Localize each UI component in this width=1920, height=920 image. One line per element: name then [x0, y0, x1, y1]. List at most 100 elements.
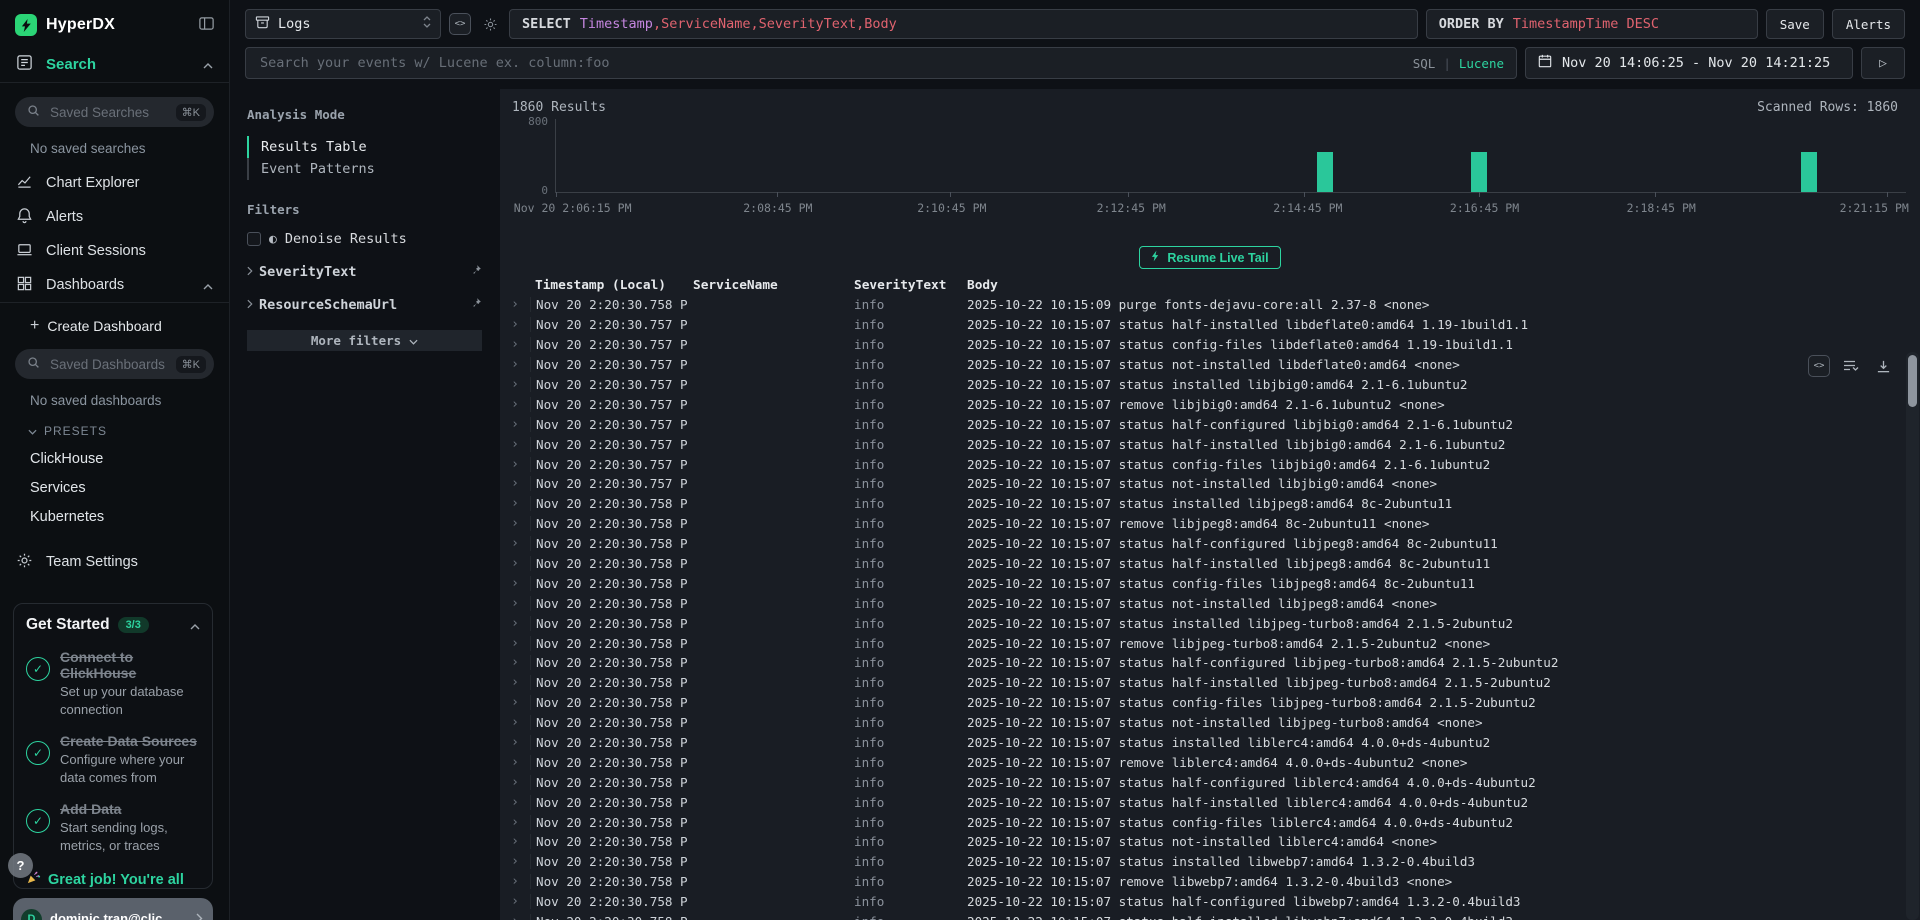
save-button[interactable]: Save — [1766, 9, 1824, 39]
help-button[interactable]: ? — [8, 853, 33, 878]
mode-results-table[interactable]: Results Table — [247, 136, 482, 158]
table-row[interactable]: › Nov 20 2:20:30.757 PM info 2025-10-22 … — [500, 414, 1920, 434]
source-view-icon[interactable]: <> — [1808, 355, 1830, 377]
sidebar-item-search[interactable]: Search — [0, 48, 229, 82]
get-started-step[interactable]: ✓ Add Data Start sending logs, metrics, … — [26, 801, 200, 854]
alerts-button[interactable]: Alerts — [1832, 9, 1905, 39]
filter-group-severitytext[interactable]: SeverityText — [247, 264, 482, 280]
row-expand-chevron-icon[interactable]: › — [500, 417, 530, 432]
column-timestamp[interactable]: Timestamp (Local) — [530, 278, 688, 293]
lucene-toggle[interactable]: Lucene — [1459, 56, 1504, 71]
mode-event-patterns[interactable]: Event Patterns — [247, 158, 482, 180]
sql-toggle[interactable]: SQL — [1413, 56, 1436, 71]
row-expand-chevron-icon[interactable]: › — [500, 655, 530, 670]
row-expand-chevron-icon[interactable]: › — [500, 775, 530, 790]
row-expand-chevron-icon[interactable]: › — [500, 815, 530, 830]
row-expand-chevron-icon[interactable]: › — [500, 755, 530, 770]
source-select[interactable]: Logs — [245, 9, 441, 39]
row-expand-chevron-icon[interactable]: › — [500, 636, 530, 651]
row-expand-chevron-icon[interactable]: › — [500, 695, 530, 710]
table-row[interactable]: › Nov 20 2:20:30.758 PM info 2025-10-22 … — [500, 733, 1920, 753]
pin-icon[interactable] — [470, 297, 482, 313]
event-search-box[interactable]: SQL | Lucene — [245, 47, 1517, 79]
table-row[interactable]: › Nov 20 2:20:30.757 PM info 2025-10-22 … — [500, 355, 1920, 375]
sidebar-item-dashboards[interactable]: Dashboards — [0, 268, 229, 302]
get-started-step[interactable]: ✓ Create Data Sources Configure where yo… — [26, 733, 200, 786]
row-expand-chevron-icon[interactable]: › — [500, 795, 530, 810]
table-row[interactable]: › Nov 20 2:20:30.758 PM info 2025-10-22 … — [500, 494, 1920, 514]
source-edit-icon[interactable]: <> — [449, 13, 471, 35]
table-row[interactable]: › Nov 20 2:20:30.758 PM info 2025-10-22 … — [500, 892, 1920, 912]
row-expand-chevron-icon[interactable]: › — [500, 715, 530, 730]
table-row[interactable]: › Nov 20 2:20:30.758 PM info 2025-10-22 … — [500, 573, 1920, 593]
table-row[interactable]: › Nov 20 2:20:30.757 PM info 2025-10-22 … — [500, 454, 1920, 474]
get-started-step[interactable]: ✓ Connect to ClickHouse Set up your data… — [26, 649, 200, 718]
table-row[interactable]: › Nov 20 2:20:30.758 PM info 2025-10-22 … — [500, 613, 1920, 633]
table-row[interactable]: › Nov 20 2:20:30.757 PM info 2025-10-22 … — [500, 375, 1920, 395]
table-row[interactable]: › Nov 20 2:20:30.758 PM info 2025-10-22 … — [500, 693, 1920, 713]
table-row[interactable]: › Nov 20 2:20:30.757 PM info 2025-10-22 … — [500, 394, 1920, 414]
denoise-checkbox[interactable] — [247, 232, 261, 246]
chart-bar[interactable] — [1801, 152, 1817, 192]
saved-dashboards-input[interactable] — [48, 356, 168, 373]
column-body[interactable]: Body — [962, 278, 1920, 293]
table-row[interactable]: › Nov 20 2:20:30.758 PM info 2025-10-22 … — [500, 633, 1920, 653]
user-menu[interactable]: D dominic.tran@clic... dominic.tran@clic… — [13, 898, 213, 920]
preset-services[interactable]: Services — [30, 480, 213, 496]
sidebar-item-alerts[interactable]: Alerts — [0, 200, 229, 234]
sidebar-item-client-sessions[interactable]: Client Sessions — [0, 234, 229, 268]
scrollbar-track[interactable] — [1906, 352, 1919, 920]
row-expand-chevron-icon[interactable]: › — [500, 894, 530, 909]
table-row[interactable]: › Nov 20 2:20:30.758 PM info 2025-10-22 … — [500, 534, 1920, 554]
preset-clickhouse[interactable]: ClickHouse — [30, 451, 213, 467]
table-row[interactable]: › Nov 20 2:20:30.758 PM info 2025-10-22 … — [500, 812, 1920, 832]
table-row[interactable]: › Nov 20 2:20:30.758 PM info 2025-10-22 … — [500, 673, 1920, 693]
table-row[interactable]: › Nov 20 2:20:30.758 PM info 2025-10-22 … — [500, 713, 1920, 733]
column-servicename[interactable]: ServiceName — [688, 278, 849, 293]
column-severitytext[interactable]: SeverityText — [849, 278, 962, 293]
chevron-up-icon[interactable] — [203, 278, 213, 293]
order-by-input[interactable]: ORDER BY TimestampTime DESC — [1426, 9, 1758, 39]
table-row[interactable]: › Nov 20 2:20:30.758 PM info 2025-10-22 … — [500, 514, 1920, 534]
row-expand-chevron-icon[interactable]: › — [500, 596, 530, 611]
row-expand-chevron-icon[interactable]: › — [500, 834, 530, 849]
sidebar-item-team-settings[interactable]: Team Settings — [0, 545, 229, 579]
row-expand-chevron-icon[interactable]: › — [500, 397, 530, 412]
download-icon[interactable] — [1872, 355, 1894, 377]
table-row[interactable]: › Nov 20 2:20:30.758 PM info 2025-10-22 … — [500, 872, 1920, 892]
row-expand-chevron-icon[interactable]: › — [500, 357, 530, 372]
table-row[interactable]: › Nov 20 2:20:30.757 PM info 2025-10-22 … — [500, 335, 1920, 355]
table-row[interactable]: › Nov 20 2:20:30.758 PM info 2025-10-22 … — [500, 593, 1920, 613]
row-expand-chevron-icon[interactable]: › — [500, 297, 530, 312]
resume-live-tail-button[interactable]: Resume Live Tail — [1139, 246, 1280, 269]
chevron-up-icon[interactable] — [203, 57, 213, 72]
saved-searches-search[interactable]: ⌘K — [15, 97, 214, 127]
table-row[interactable]: › Nov 20 2:20:30.757 PM info 2025-10-22 … — [500, 315, 1920, 335]
chart-bar[interactable] — [1317, 152, 1333, 192]
table-row[interactable]: › Nov 20 2:20:30.757 PM info 2025-10-22 … — [500, 434, 1920, 454]
select-columns-input[interactable]: SELECT Timestamp,ServiceName,SeverityTex… — [509, 9, 1418, 39]
row-expand-chevron-icon[interactable]: › — [500, 556, 530, 571]
row-expand-chevron-icon[interactable]: › — [500, 476, 530, 491]
table-row[interactable]: › Nov 20 2:20:30.758 PM info 2025-10-22 … — [500, 852, 1920, 872]
table-row[interactable]: › Nov 20 2:20:30.758 PM info 2025-10-22 … — [500, 653, 1920, 673]
row-expand-chevron-icon[interactable]: › — [500, 437, 530, 452]
table-row[interactable]: › Nov 20 2:20:30.758 PM info 2025-10-22 … — [500, 554, 1920, 574]
preset-kubernetes[interactable]: Kubernetes — [30, 509, 213, 525]
scrollbar-thumb[interactable] — [1908, 355, 1917, 407]
row-expand-chevron-icon[interactable]: › — [500, 576, 530, 591]
row-expand-chevron-icon[interactable]: › — [500, 854, 530, 869]
saved-searches-input[interactable] — [48, 104, 168, 121]
presets-header[interactable]: PRESETS — [28, 424, 213, 438]
row-expand-chevron-icon[interactable]: › — [500, 874, 530, 889]
wrap-lines-icon[interactable] — [1840, 355, 1862, 377]
row-expand-chevron-icon[interactable]: › — [500, 536, 530, 551]
more-filters-button[interactable]: More filters — [247, 330, 482, 351]
row-expand-chevron-icon[interactable]: › — [500, 735, 530, 750]
pin-icon[interactable] — [470, 264, 482, 280]
row-expand-chevron-icon[interactable]: › — [500, 914, 530, 920]
create-dashboard-button[interactable]: + Create Dashboard — [30, 317, 213, 335]
row-expand-chevron-icon[interactable]: › — [500, 377, 530, 392]
table-row[interactable]: › Nov 20 2:20:30.758 PM info 2025-10-22 … — [500, 832, 1920, 852]
time-range-picker[interactable]: Nov 20 14:06:25 - Nov 20 14:21:25 — [1525, 47, 1853, 79]
